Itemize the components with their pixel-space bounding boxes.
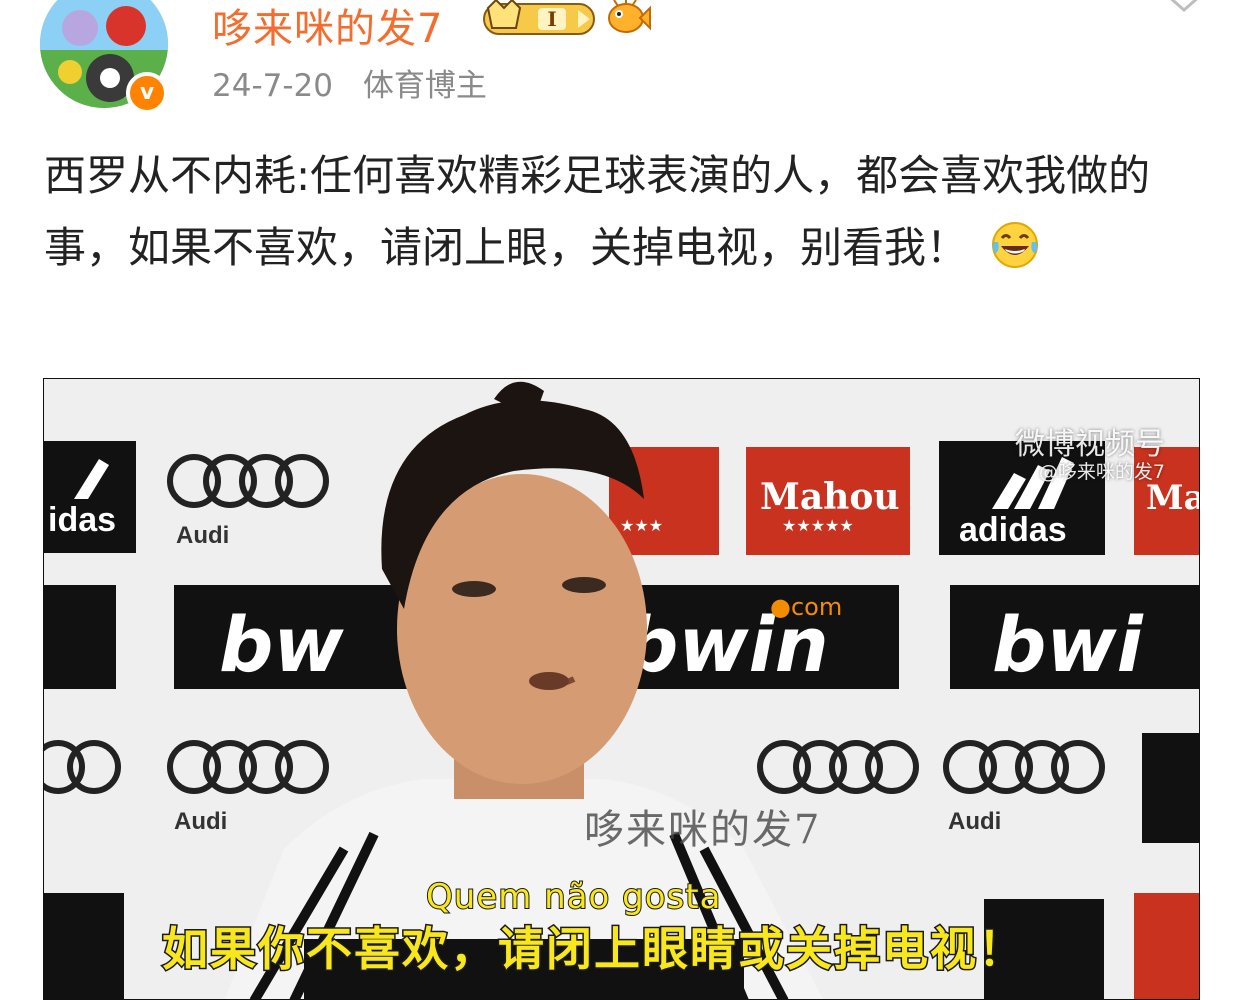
- author-tag: 体育博主: [362, 68, 487, 104]
- svg-text:★★★: ★★★: [620, 516, 663, 535]
- svg-text:Audi: Audi: [176, 522, 229, 549]
- video-thumbnail[interactable]: idas Audi Mahou ★★★★★ ★★★ adidas Ma bw b…: [43, 378, 1200, 1000]
- svg-text:bwi: bwi: [992, 600, 1144, 689]
- chevron-down-icon[interactable]: [1164, 0, 1204, 20]
- subtitle-translation: 如果你不喜欢，请闭上眼睛或关掉电视！: [161, 921, 1026, 978]
- post-text: 西罗从不内耗:任何喜欢精彩足球表演的人，都会喜欢我做的事，如果不喜欢，请闭上眼，…: [44, 151, 1151, 272]
- svg-text:★★★★★: ★★★★★: [782, 516, 854, 535]
- crown-level-badge[interactable]: I: [482, 0, 598, 38]
- verified-badge: v: [126, 72, 168, 114]
- post-date: 24-7-20: [212, 68, 333, 104]
- center-watermark: 哆来咪的发7: [584, 807, 822, 853]
- svg-text:Mahou: Mahou: [760, 476, 900, 518]
- svg-text:Audi: Audi: [174, 808, 227, 835]
- svg-text:bw: bw: [219, 600, 344, 689]
- svg-text:idas: idas: [48, 501, 116, 539]
- subtitle-original: Quem não gosta: [425, 876, 722, 918]
- post-meta: 24-7-20 体育博主: [212, 60, 487, 105]
- post-body: 西罗从不内耗:任何喜欢精彩足球表演的人，都会喜欢我做的事，如果不喜欢，请闭上眼，…: [44, 140, 1204, 284]
- laughing-tears-emoji: [992, 222, 1039, 268]
- svg-text:Ma: Ma: [1146, 478, 1200, 518]
- svg-text:●com: ●com: [770, 593, 842, 621]
- handle-watermark: @哆来咪的发7: [1038, 461, 1165, 483]
- fish-badge[interactable]: [604, 0, 652, 36]
- svg-text:adidas: adidas: [959, 511, 1067, 549]
- svg-text:Audi: Audi: [948, 808, 1001, 835]
- level-number: I: [547, 7, 556, 31]
- author-name[interactable]: 哆来咪的发7: [212, 0, 443, 54]
